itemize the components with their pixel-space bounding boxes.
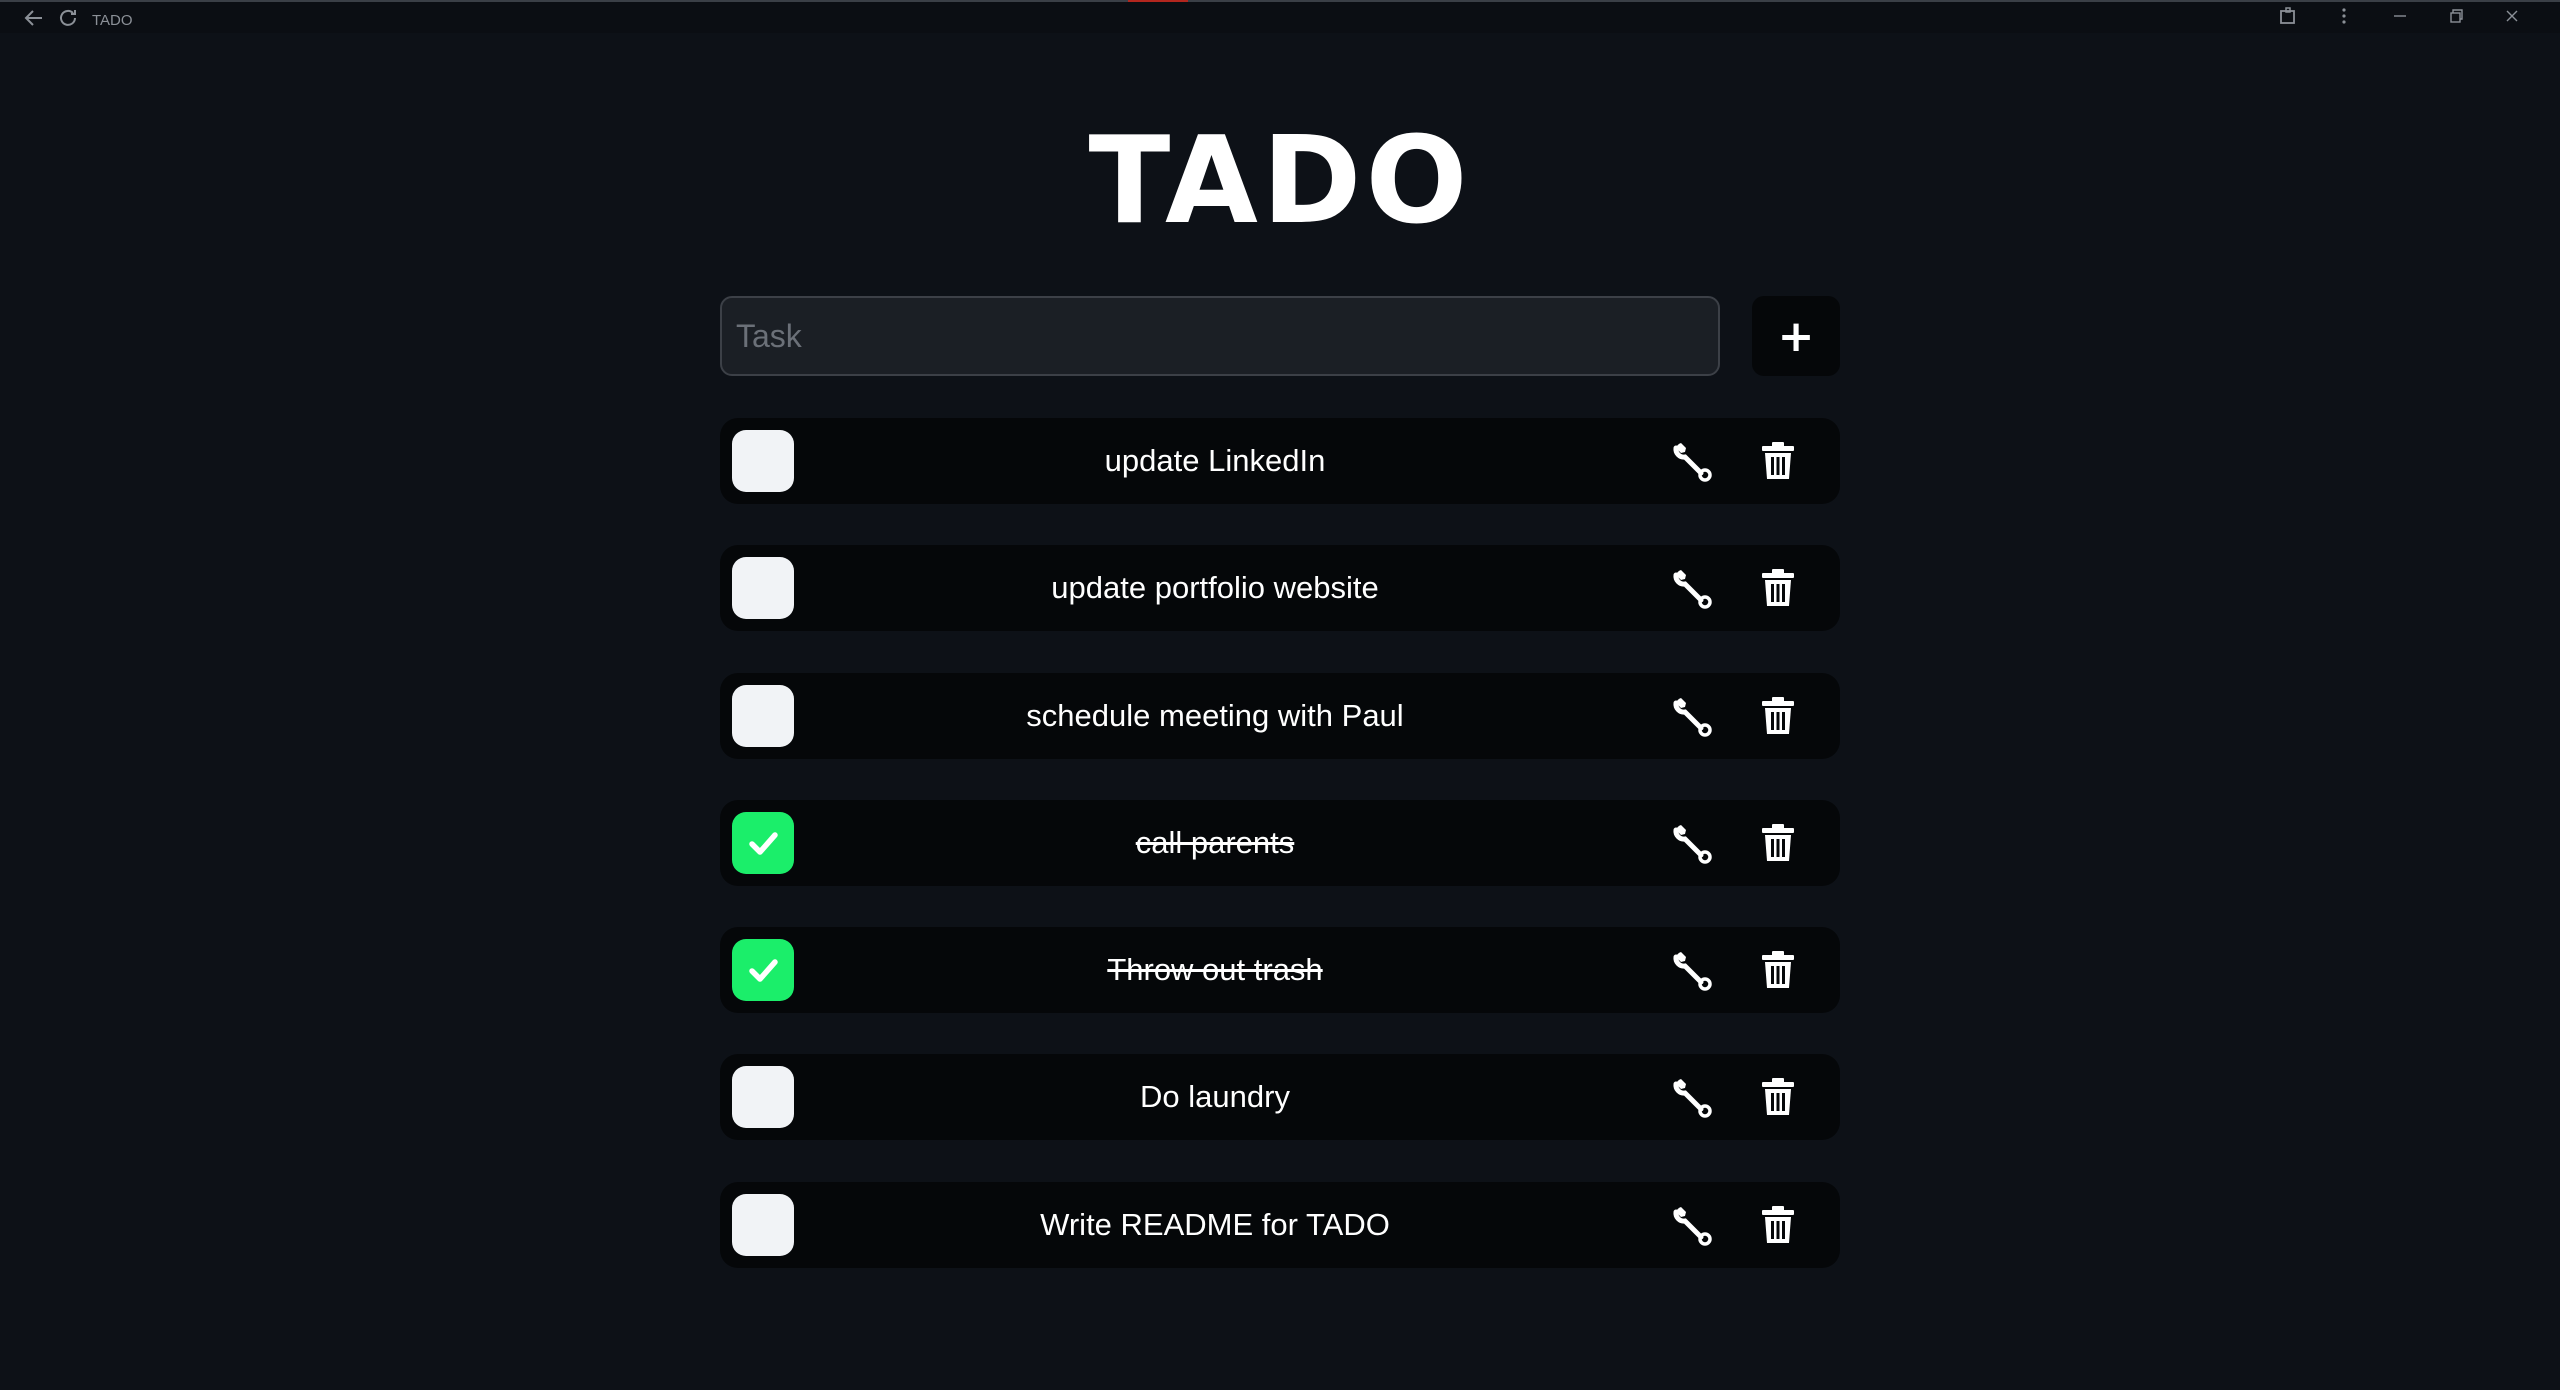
more-options-icon[interactable] <box>2316 6 2372 32</box>
wrench-icon <box>1673 1206 1712 1246</box>
edit-task-button[interactable] <box>1670 694 1716 740</box>
edit-task-button[interactable] <box>1670 439 1716 485</box>
task-checkbox[interactable] <box>732 430 794 492</box>
task-item: update LinkedIn <box>720 418 1840 504</box>
close-icon[interactable] <box>2484 6 2540 32</box>
trash-icon <box>1762 823 1794 861</box>
task-list: update LinkedIn update portfolio website… <box>720 418 1840 1309</box>
task-label: Do laundry <box>1140 1079 1290 1115</box>
edit-task-button[interactable] <box>1670 1203 1716 1249</box>
edit-task-button[interactable] <box>1670 821 1716 867</box>
wrench-icon <box>1673 824 1712 864</box>
window-titlebar: TADO <box>0 0 2560 33</box>
task-label: update portfolio website <box>1051 570 1379 606</box>
wrench-icon <box>1673 570 1712 610</box>
trash-icon <box>1762 442 1794 479</box>
trash-icon <box>1762 1205 1794 1243</box>
task-label: schedule meeting with Paul <box>1026 697 1404 733</box>
window-title: TADO <box>92 11 133 29</box>
delete-task-button[interactable] <box>1756 821 1800 865</box>
delete-task-button[interactable] <box>1756 1075 1800 1119</box>
trash-icon <box>1762 951 1794 989</box>
task-input[interactable] <box>720 296 1720 376</box>
edit-task-button[interactable] <box>1670 948 1716 994</box>
delete-task-button[interactable] <box>1756 948 1800 992</box>
task-label: Write README for TADO <box>1040 1206 1390 1242</box>
task-item: Write README for TADO <box>720 1181 1840 1268</box>
extensions-icon[interactable] <box>2260 6 2316 32</box>
edit-task-button[interactable] <box>1670 1075 1716 1121</box>
checkmark-icon <box>749 832 778 855</box>
restore-icon[interactable] <box>2428 6 2484 32</box>
task-item: call parents <box>720 799 1840 886</box>
wrench-icon <box>1673 697 1712 737</box>
checkmark-icon <box>749 959 778 982</box>
wrench-icon <box>1673 443 1712 482</box>
task-checkbox[interactable] <box>732 684 794 747</box>
task-item: schedule meeting with Paul <box>720 672 1840 759</box>
trash-icon <box>1762 1078 1794 1116</box>
delete-task-button[interactable] <box>1756 694 1800 738</box>
delete-task-button[interactable] <box>1756 439 1800 483</box>
titlebar-left: TADO <box>22 6 133 34</box>
task-checkbox[interactable] <box>732 811 794 874</box>
minimize-icon[interactable] <box>2372 6 2428 32</box>
task-checkbox[interactable] <box>732 939 794 1002</box>
delete-task-button[interactable] <box>1756 566 1800 610</box>
task-checkbox[interactable] <box>732 1066 794 1129</box>
task-checkbox[interactable] <box>732 557 794 620</box>
task-label: Throw out trash <box>1107 952 1323 988</box>
task-item: Throw out trash <box>720 927 1840 1014</box>
back-arrow-icon[interactable] <box>22 6 46 34</box>
task-checkbox[interactable] <box>732 1193 794 1256</box>
task-label: call parents <box>1135 824 1295 860</box>
trash-icon <box>1762 696 1794 734</box>
add-task-button[interactable]: + <box>1752 296 1840 376</box>
wrench-icon <box>1673 1079 1712 1119</box>
task-label: update LinkedIn <box>1104 443 1326 478</box>
refresh-icon[interactable] <box>56 6 80 34</box>
trash-icon <box>1762 569 1794 607</box>
app-title: TADO <box>1088 112 1472 251</box>
titlebar-accent <box>1128 0 1188 2</box>
task-item: update portfolio website <box>720 545 1840 632</box>
wrench-icon <box>1673 952 1712 991</box>
task-item: Do laundry <box>720 1054 1840 1141</box>
titlebar-controls <box>2260 6 2540 32</box>
edit-task-button[interactable] <box>1670 566 1716 612</box>
delete-task-button[interactable] <box>1756 1203 1800 1247</box>
